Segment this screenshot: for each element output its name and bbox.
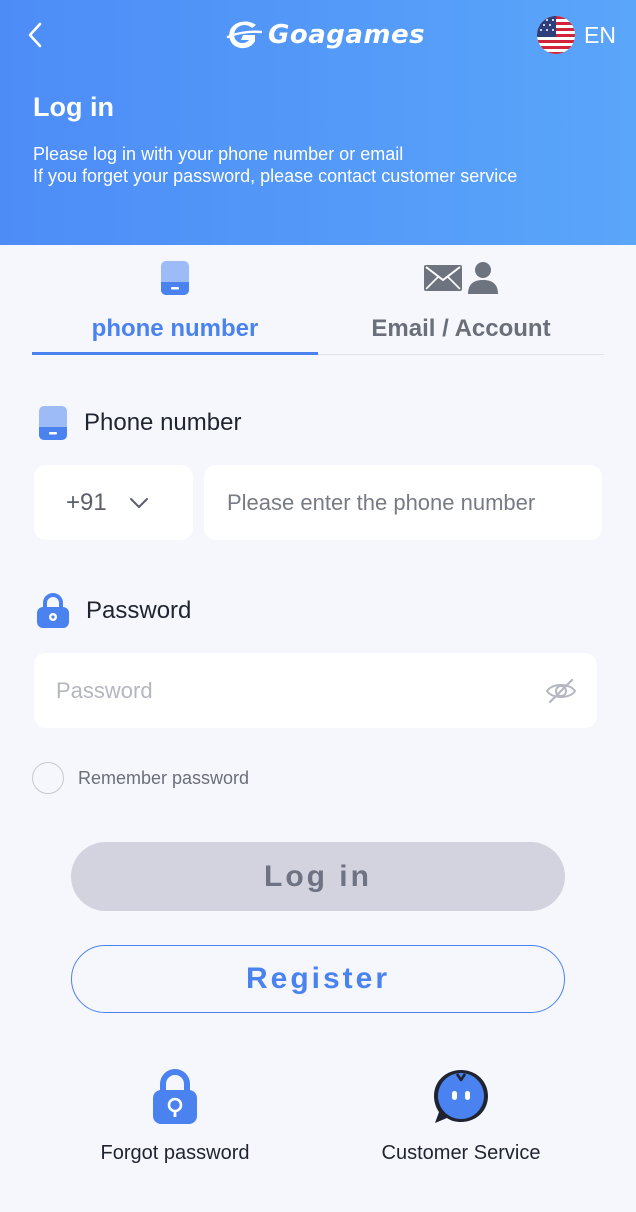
tab-divider bbox=[318, 354, 604, 355]
page-title: Log in bbox=[33, 92, 114, 122]
password-label: Password bbox=[36, 593, 191, 629]
lock-icon bbox=[151, 1066, 199, 1128]
logo: Goagames bbox=[226, 14, 425, 56]
eye-off-icon bbox=[545, 678, 577, 704]
mail-icon bbox=[424, 265, 462, 291]
toggle-password-visibility-button[interactable] bbox=[545, 675, 577, 707]
tab-phone-number[interactable]: phone number bbox=[32, 245, 318, 356]
phone-icon bbox=[160, 259, 190, 297]
subtitle-line: Please log in with your phone number or … bbox=[33, 144, 404, 164]
remember-password[interactable]: Remember password bbox=[32, 762, 249, 794]
remember-password-label: Remember password bbox=[78, 767, 250, 788]
register-button[interactable]: Register bbox=[71, 945, 565, 1013]
customer-service-link[interactable]: Customer Service bbox=[351, 1066, 571, 1165]
password-field bbox=[34, 653, 597, 728]
subtitle-line: If you forget your password, please cont… bbox=[33, 166, 518, 186]
forgot-password-link[interactable]: Forgot password bbox=[65, 1066, 285, 1165]
tab-email-account[interactable]: Email / Account bbox=[318, 245, 604, 356]
chevron-down-icon bbox=[129, 497, 148, 508]
header: Goagames EN Log in Please log in with yo… bbox=[0, 0, 636, 245]
logo-text: Goagames bbox=[268, 20, 426, 50]
login-method-tabs: phone number Email / Account bbox=[32, 245, 604, 356]
language-selector[interactable]: EN bbox=[536, 14, 616, 56]
logo-icon bbox=[226, 21, 262, 49]
phone-icon bbox=[39, 406, 67, 440]
mail-user-icon bbox=[423, 259, 499, 297]
login-button[interactable]: Log in bbox=[71, 842, 565, 911]
chevron-left-icon bbox=[28, 22, 42, 48]
active-tab-indicator bbox=[32, 352, 318, 355]
remember-password-radio[interactable] bbox=[32, 762, 64, 794]
back-button[interactable] bbox=[18, 18, 52, 52]
tab-label: phone number bbox=[91, 315, 259, 342]
chat-bot-icon bbox=[430, 1066, 492, 1128]
us-flag-icon bbox=[537, 16, 575, 54]
language-label: EN bbox=[584, 21, 616, 48]
forgot-password-label: Forgot password bbox=[100, 1142, 250, 1164]
user-icon bbox=[468, 262, 498, 294]
password-input[interactable] bbox=[34, 653, 534, 728]
country-code-value: +91 bbox=[66, 488, 107, 516]
customer-service-label: Customer Service bbox=[381, 1142, 541, 1164]
lock-icon bbox=[37, 593, 69, 628]
phone-number-input[interactable] bbox=[204, 465, 602, 540]
password-label-text: Password bbox=[86, 597, 192, 624]
phone-number-label: Phone number bbox=[38, 405, 241, 441]
country-code-select[interactable]: +91 bbox=[34, 465, 193, 540]
phone-label-text: Phone number bbox=[84, 409, 242, 436]
subtitle: Please log in with your phone number or … bbox=[33, 143, 517, 187]
tab-label: Email / Account bbox=[371, 315, 551, 342]
